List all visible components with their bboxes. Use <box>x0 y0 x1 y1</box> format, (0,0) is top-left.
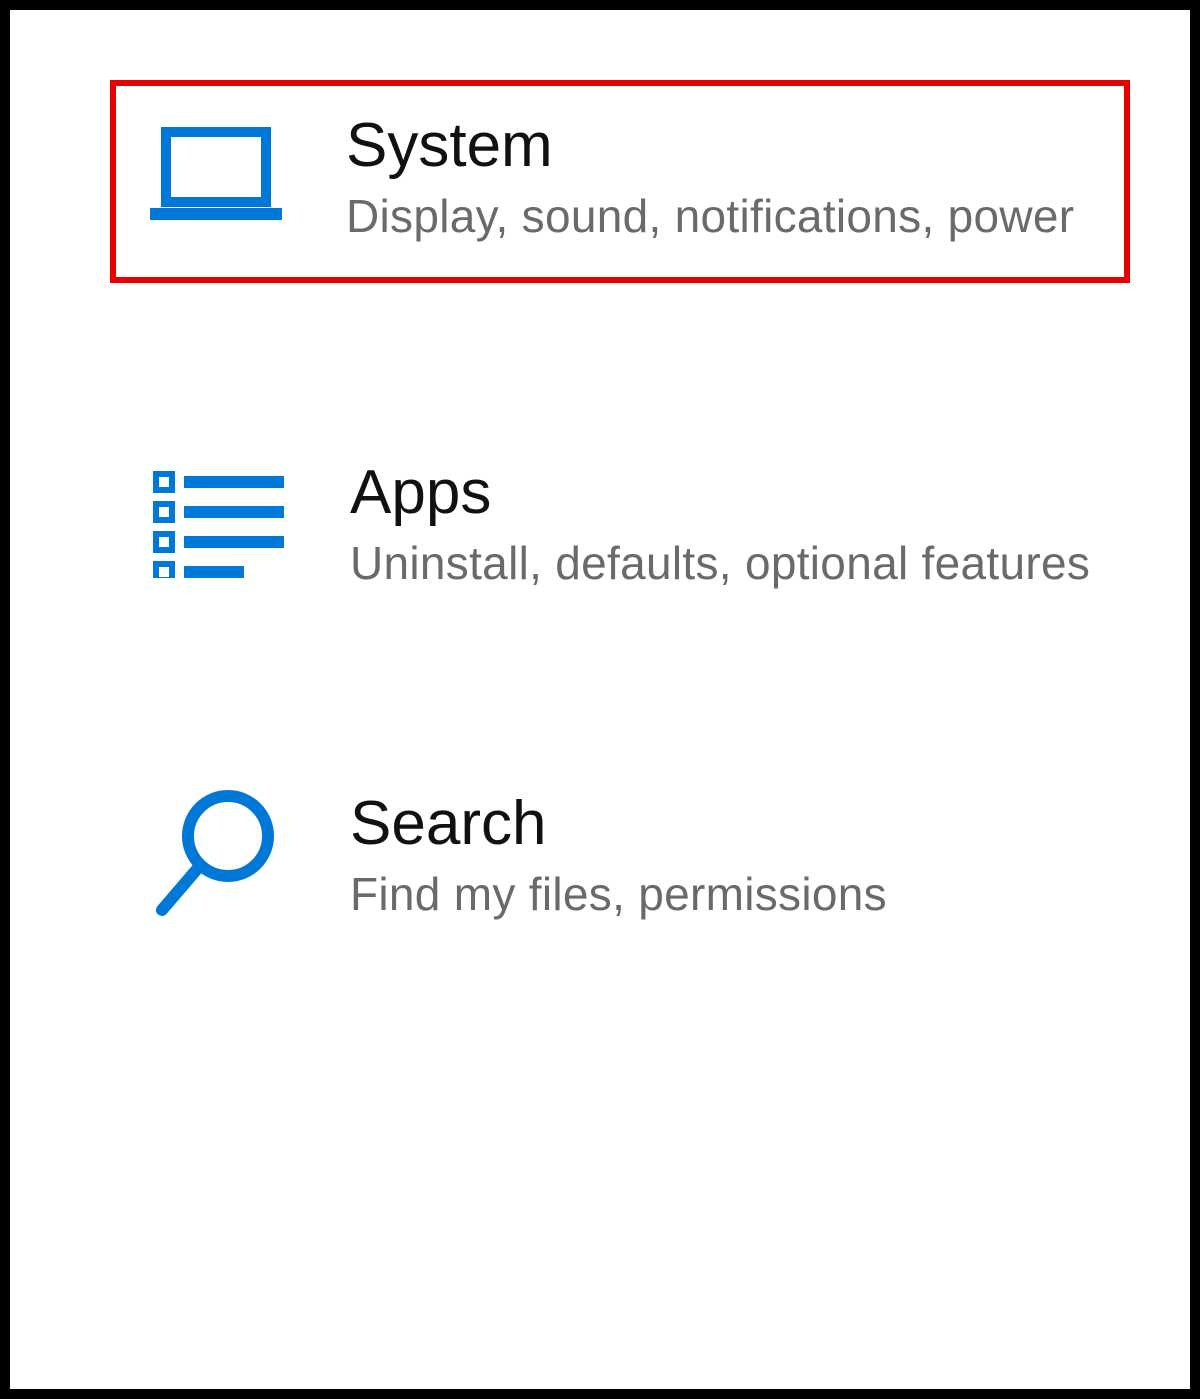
settings-item-subtitle: Uninstall, defaults, optional features <box>350 534 1100 594</box>
settings-panel: System Display, sound, notifications, po… <box>0 0 1200 1399</box>
settings-item-search[interactable]: Search Find my files, permissions <box>120 764 1130 945</box>
settings-item-title: System <box>346 110 1094 181</box>
settings-item-system[interactable]: System Display, sound, notifications, po… <box>110 80 1130 283</box>
settings-item-text: Search Find my files, permissions <box>350 784 1100 925</box>
list-icon <box>150 453 290 593</box>
settings-item-title: Apps <box>350 457 1100 528</box>
settings-item-subtitle: Display, sound, notifications, power <box>346 187 1094 247</box>
settings-item-title: Search <box>350 788 1100 859</box>
laptop-icon <box>146 106 286 246</box>
settings-item-subtitle: Find my files, permissions <box>350 865 1100 925</box>
search-icon <box>150 784 290 924</box>
settings-item-apps[interactable]: Apps Uninstall, defaults, optional featu… <box>120 433 1130 614</box>
settings-item-text: System Display, sound, notifications, po… <box>346 106 1094 247</box>
settings-item-text: Apps Uninstall, defaults, optional featu… <box>350 453 1100 594</box>
